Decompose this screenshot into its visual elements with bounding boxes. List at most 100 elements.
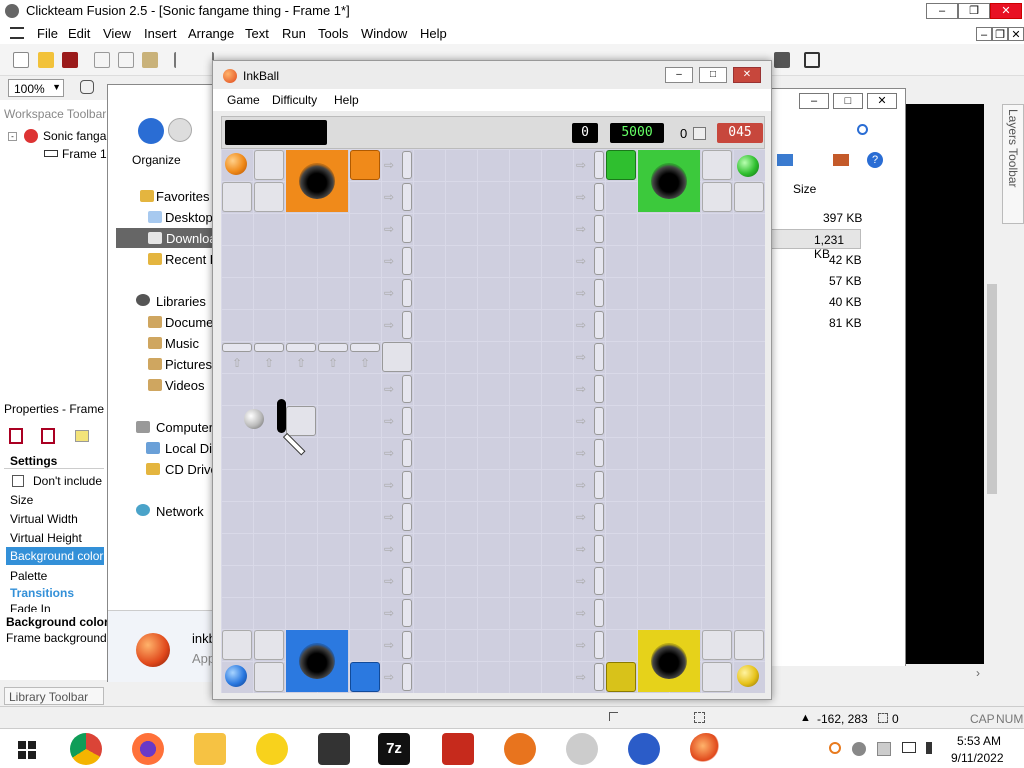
menu-file[interactable]: File [37, 26, 58, 41]
file-explorer-icon[interactable] [194, 733, 226, 765]
mdi-close-button[interactable]: ✕ [1008, 27, 1024, 41]
mdi-minimize-button[interactable]: – [976, 27, 992, 41]
inkball-menu-game[interactable]: Game [227, 93, 260, 107]
settings-icon[interactable] [804, 52, 820, 68]
nav-documents[interactable]: Documer [165, 315, 218, 330]
menu-icon[interactable] [10, 27, 24, 39]
explorer-maximize-button[interactable]: □ [833, 93, 863, 109]
sd-app-icon[interactable] [318, 733, 350, 765]
inkball-menu-difficulty[interactable]: Difficulty [272, 93, 317, 107]
compass-app-icon[interactable] [566, 733, 598, 765]
save-icon[interactable] [62, 52, 78, 68]
yahoo-messenger-icon[interactable] [256, 733, 288, 765]
property-row[interactable]: Fade In [10, 602, 51, 612]
nav-favorites[interactable]: Favorites [156, 189, 209, 204]
menu-run[interactable]: Run [282, 26, 306, 41]
firefox-icon[interactable] [132, 733, 164, 765]
menu-window[interactable]: Window [361, 26, 407, 41]
open-folder-icon[interactable] [38, 52, 54, 68]
property-row[interactable]: Virtual Height [10, 531, 82, 545]
xbox-app-icon[interactable] [628, 733, 660, 765]
size-column-header[interactable]: Size [793, 182, 816, 196]
view-icon[interactable] [777, 154, 793, 166]
nav-downloads-selected[interactable]: Downloa [116, 228, 222, 248]
horizontal-scrollbar[interactable]: › [770, 666, 984, 682]
nav-desktop[interactable]: Desktop [165, 210, 213, 225]
mdi-restore-button[interactable]: ❐ [992, 27, 1008, 41]
property-row[interactable]: Palette [10, 569, 47, 583]
nav-computer[interactable]: Computer [156, 420, 213, 435]
minimize-button[interactable]: – [926, 3, 958, 19]
menu-view[interactable]: View [103, 26, 131, 41]
property-row-selected[interactable]: Background color [6, 547, 104, 565]
nav-libraries[interactable]: Libraries [156, 294, 206, 309]
nav-pictures[interactable]: Pictures [165, 357, 212, 372]
menu-insert[interactable]: Insert [144, 26, 177, 41]
monitor-tray-icon[interactable] [902, 742, 916, 753]
undo-icon[interactable] [174, 52, 190, 68]
file-row-selected[interactable]: 1,231 KB [771, 229, 861, 261]
hand-icon[interactable] [80, 80, 94, 94]
clock-time[interactable]: 5:53 AM [957, 734, 1001, 748]
copy-icon[interactable] [118, 52, 134, 68]
cut-icon[interactable] [94, 52, 110, 68]
collapse-icon[interactable]: - [8, 132, 17, 141]
paste-icon[interactable] [142, 52, 158, 68]
organize-button[interactable]: Organize [132, 153, 181, 167]
menu-help[interactable]: Help [420, 26, 447, 41]
preview-icon[interactable] [833, 154, 849, 166]
prop-tool-icon[interactable] [9, 428, 23, 444]
nav-local-disk[interactable]: Local Dis [165, 441, 218, 456]
prop-tool-icon[interactable] [41, 428, 55, 444]
7zip-icon[interactable]: 7z [378, 733, 410, 765]
half-life-2-icon[interactable] [504, 733, 536, 765]
search-icon[interactable] [857, 124, 868, 135]
nav-videos[interactable]: Videos [165, 378, 205, 393]
library-toolbar[interactable]: Library Toolbar [4, 687, 104, 705]
chrome-icon[interactable] [70, 733, 102, 765]
nav-music[interactable]: Music [165, 336, 199, 351]
transitions-section[interactable]: Transitions [10, 586, 74, 600]
inkball-close-button[interactable]: ✕ [733, 67, 761, 83]
game-board[interactable]: ⇨ ⇨ ⇨ ⇨ ⇨ ⇨ ⇨ ⇨ ⇨ ⇨ ⇨ ⇨ ⇨ ⇨ ⇨ ⇨ ⇨ ⇨ ⇨ ⇨ ⇨ ⇨ ⇨ ⇨ ⇨ ⇨ ⇨ ⇨ ⇨ ⇨ ⇨ ⇨ ⇨ ⇧ ⇧ ⇧ ⇧ ⇧ [221, 149, 765, 693]
clock-date[interactable]: 9/11/2022 [951, 751, 1004, 765]
menu-tools[interactable]: Tools [318, 26, 348, 41]
back-arrow-icon[interactable] [138, 118, 164, 144]
inkball-minimize-button[interactable]: – [665, 67, 693, 83]
scroll-right-icon[interactable]: › [976, 666, 980, 680]
prop-tool-icon[interactable] [75, 430, 89, 442]
search-icon[interactable] [829, 742, 841, 754]
property-row[interactable]: Size [10, 493, 33, 507]
explorer-minimize-button[interactable]: – [799, 93, 829, 109]
tree-frame-label[interactable]: Frame 1 [62, 147, 107, 161]
close-button[interactable]: ✕ [990, 3, 1022, 19]
nav-recent[interactable]: Recent P [165, 252, 218, 267]
dont-include-checkbox[interactable] [12, 475, 24, 487]
settings-tab[interactable]: Settings [4, 452, 104, 469]
status-tray-icon[interactable] [852, 742, 866, 756]
inkball-taskbar-icon[interactable] [690, 733, 722, 765]
inkball-menu-help[interactable]: Help [334, 93, 359, 107]
new-icon[interactable] [13, 52, 29, 68]
stop-icon[interactable] [774, 52, 790, 68]
inkball-maximize-button[interactable]: □ [699, 67, 727, 83]
tree-root-label[interactable]: Sonic fanga [43, 129, 106, 143]
windows-start-icon[interactable] [18, 741, 36, 759]
menu-text[interactable]: Text [245, 26, 269, 41]
menu-edit[interactable]: Edit [68, 26, 90, 41]
nav-network[interactable]: Network [156, 504, 204, 519]
vertical-scrollbar[interactable] [984, 104, 1000, 664]
help-icon[interactable]: ? [867, 152, 883, 168]
layers-toolbar[interactable]: Layers Toolbar [1002, 104, 1024, 224]
zoom-dropdown[interactable]: 100% ▼ [8, 79, 64, 97]
explorer-close-button[interactable]: ✕ [867, 93, 897, 109]
menu-arrange[interactable]: Arrange [188, 26, 234, 41]
scrollbar-thumb[interactable] [987, 284, 997, 494]
restore-button[interactable]: ❐ [958, 3, 990, 19]
nav-cd-drive[interactable]: CD Drive [165, 462, 218, 477]
property-row[interactable]: Virtual Width [10, 512, 78, 526]
half-life-icon[interactable] [442, 733, 474, 765]
network-tray-icon[interactable] [877, 742, 891, 756]
forward-arrow-icon[interactable] [168, 118, 192, 142]
volume-tray-icon[interactable] [926, 742, 938, 754]
